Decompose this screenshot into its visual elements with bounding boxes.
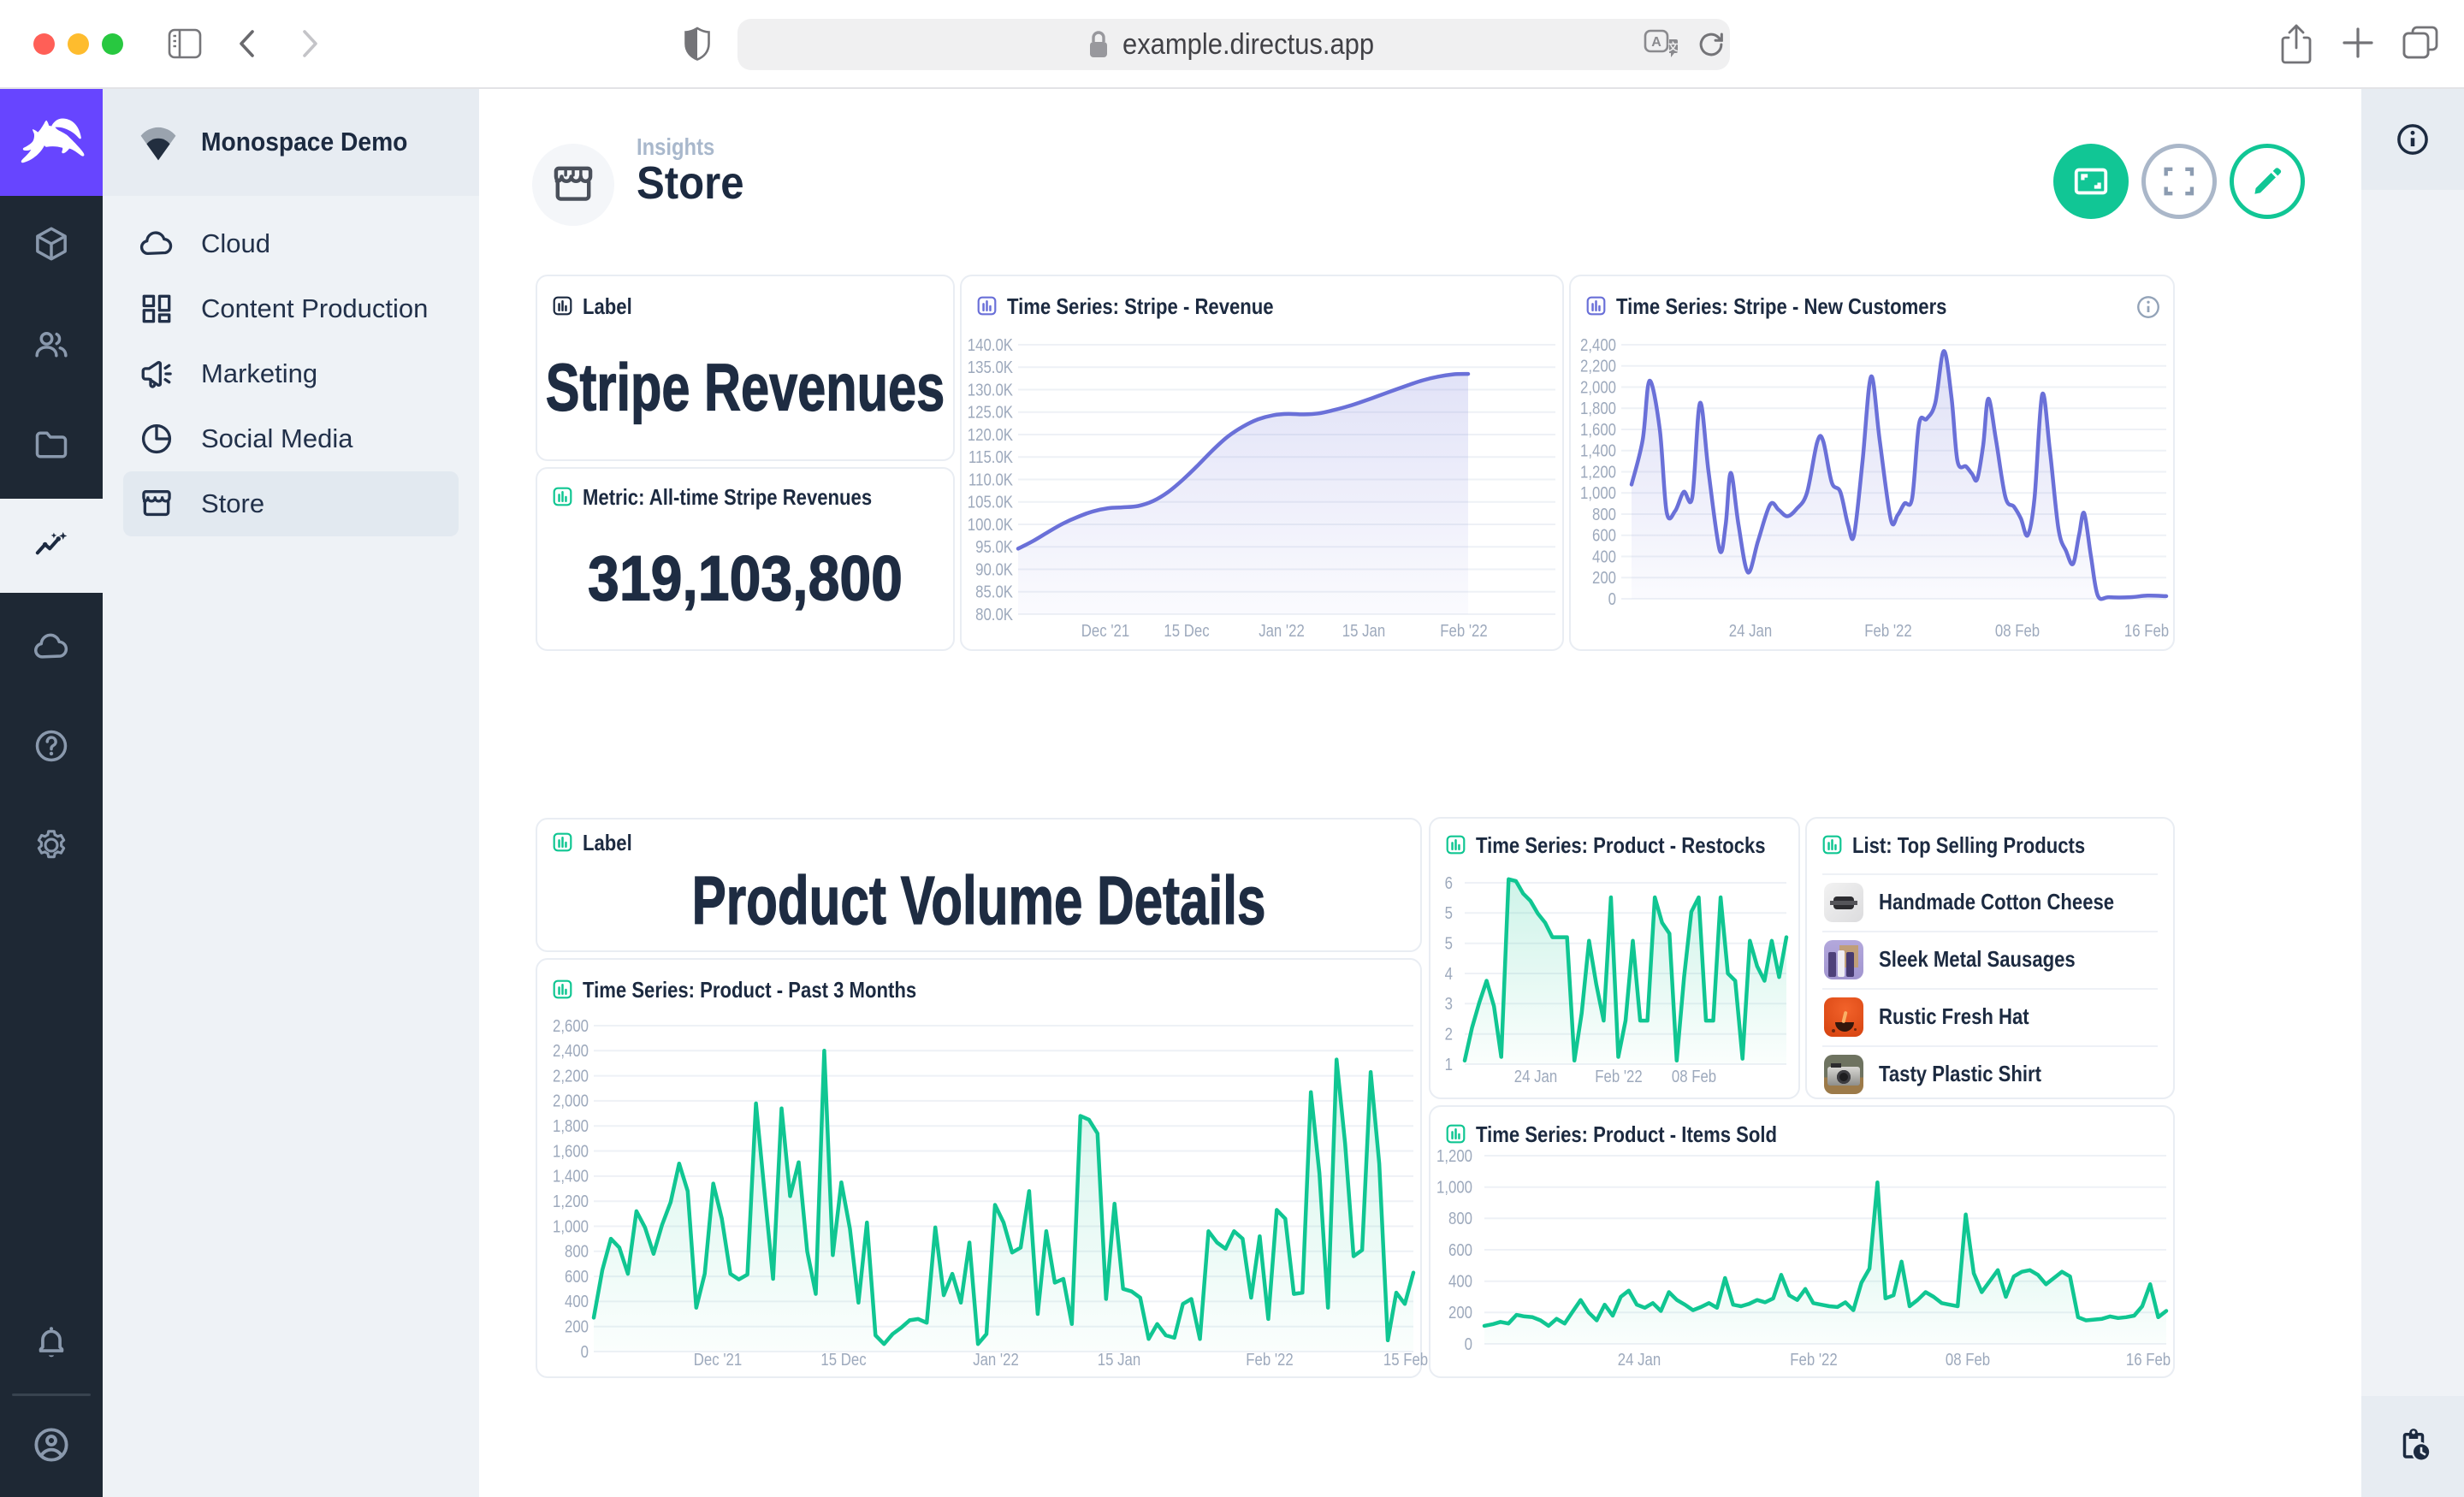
svg-text:400: 400 [565, 1292, 589, 1311]
svg-text:800: 800 [1592, 504, 1616, 524]
svg-text:16 Feb: 16 Feb [2124, 621, 2169, 641]
svg-text:1,600: 1,600 [553, 1141, 589, 1161]
svg-text:08 Feb: 08 Feb [1946, 1350, 1990, 1370]
svg-text:2,200: 2,200 [1580, 356, 1616, 376]
svg-text:15 Dec: 15 Dec [820, 1350, 866, 1370]
svg-text:1: 1 [1445, 1054, 1453, 1074]
svg-text:600: 600 [565, 1266, 589, 1286]
svg-text:1,400: 1,400 [553, 1166, 589, 1186]
svg-text:120.0K: 120.0K [968, 424, 1014, 444]
svg-text:2,000: 2,000 [553, 1091, 589, 1110]
svg-text:105.0K: 105.0K [968, 492, 1014, 512]
svg-text:Dec '21: Dec '21 [694, 1350, 742, 1370]
svg-text:1,000: 1,000 [553, 1216, 589, 1236]
svg-text:0: 0 [1608, 589, 1616, 608]
svg-text:0: 0 [581, 1341, 589, 1361]
svg-text:100.0K: 100.0K [968, 514, 1014, 534]
svg-text:800: 800 [1448, 1209, 1472, 1228]
svg-text:4: 4 [1445, 963, 1453, 983]
svg-text:200: 200 [1592, 568, 1616, 588]
svg-text:110.0K: 110.0K [968, 470, 1014, 489]
svg-text:1,600: 1,600 [1580, 419, 1616, 439]
svg-text:15 Dec: 15 Dec [1164, 621, 1209, 641]
svg-text:1,000: 1,000 [1436, 1177, 1472, 1197]
svg-text:Feb '22: Feb '22 [1864, 621, 1911, 641]
svg-text:1,800: 1,800 [1580, 399, 1616, 418]
svg-text:200: 200 [565, 1317, 589, 1336]
svg-text:5: 5 [1445, 903, 1453, 923]
svg-text:3: 3 [1445, 994, 1453, 1014]
svg-text:140.0K: 140.0K [968, 334, 1014, 354]
svg-text:80.0K: 80.0K [975, 604, 1013, 624]
svg-text:6: 6 [1445, 873, 1453, 892]
svg-text:0: 0 [1465, 1334, 1472, 1353]
svg-text:08 Feb: 08 Feb [1995, 621, 2040, 641]
svg-text:600: 600 [1592, 525, 1616, 545]
svg-text:Dec '21: Dec '21 [1081, 621, 1129, 641]
svg-text:24 Jan: 24 Jan [1618, 1350, 1661, 1370]
svg-text:135.0K: 135.0K [968, 358, 1014, 377]
svg-text:600: 600 [1448, 1240, 1472, 1259]
svg-text:1,200: 1,200 [1436, 1145, 1472, 1165]
svg-text:115.0K: 115.0K [968, 447, 1014, 467]
svg-text:Feb '22: Feb '22 [1790, 1350, 1837, 1370]
svg-text:2,200: 2,200 [553, 1066, 589, 1086]
svg-text:2,600: 2,600 [553, 1015, 589, 1035]
svg-text:1,200: 1,200 [553, 1192, 589, 1211]
svg-text:2,400: 2,400 [1580, 334, 1616, 354]
svg-text:24 Jan: 24 Jan [1514, 1067, 1557, 1086]
svg-text:24 Jan: 24 Jan [1729, 621, 1772, 641]
svg-text:400: 400 [1592, 547, 1616, 566]
svg-text:90.0K: 90.0K [975, 559, 1013, 579]
svg-text:15 Jan: 15 Jan [1342, 621, 1385, 641]
svg-text:16 Feb: 16 Feb [2126, 1350, 2171, 1370]
svg-text:08 Feb: 08 Feb [1672, 1067, 1716, 1086]
svg-text:1,200: 1,200 [1580, 462, 1616, 482]
svg-text:1,400: 1,400 [1580, 441, 1616, 460]
svg-text:Jan '22: Jan '22 [1259, 621, 1305, 641]
svg-text:85.0K: 85.0K [975, 582, 1013, 601]
svg-text:Feb '22: Feb '22 [1440, 621, 1487, 641]
svg-text:800: 800 [565, 1241, 589, 1261]
svg-text:Jan '22: Jan '22 [973, 1350, 1019, 1370]
svg-text:400: 400 [1448, 1271, 1472, 1291]
svg-text:1,800: 1,800 [553, 1116, 589, 1136]
svg-text:Feb '22: Feb '22 [1246, 1350, 1293, 1370]
svg-text:Feb '22: Feb '22 [1595, 1067, 1642, 1086]
svg-text:2: 2 [1445, 1024, 1453, 1044]
svg-text:2,000: 2,000 [1580, 377, 1616, 397]
svg-text:2,400: 2,400 [553, 1041, 589, 1061]
svg-text:130.0K: 130.0K [968, 380, 1014, 399]
svg-text:5: 5 [1445, 933, 1453, 953]
svg-text:15 Jan: 15 Jan [1098, 1350, 1140, 1370]
svg-text:200: 200 [1448, 1303, 1472, 1322]
svg-text:15 Feb: 15 Feb [1383, 1350, 1428, 1370]
svg-text:125.0K: 125.0K [968, 402, 1014, 422]
svg-text:1,000: 1,000 [1580, 483, 1616, 503]
svg-text:95.0K: 95.0K [975, 537, 1013, 557]
